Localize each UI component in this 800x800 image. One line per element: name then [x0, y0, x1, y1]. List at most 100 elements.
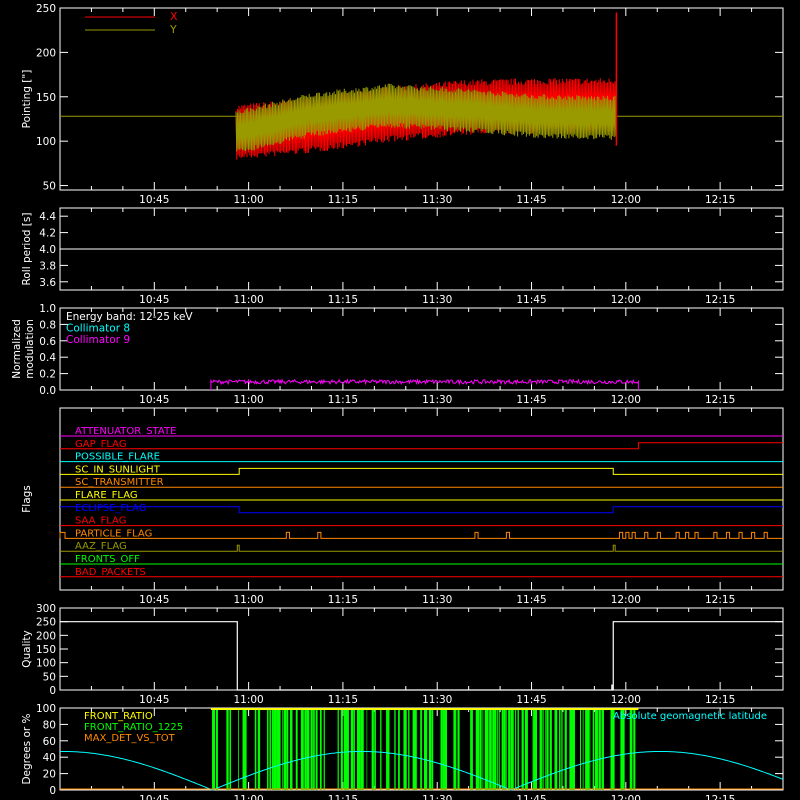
green-bar	[340, 708, 343, 790]
degrees-ylabel: Degrees or %	[21, 713, 33, 784]
panel-4-xtick-label: 11:30	[422, 694, 452, 706]
panel-2-ytick-label: 0.8	[39, 319, 56, 331]
panel-0-xtick-label: 11:15	[328, 194, 358, 206]
quality-ylabel: Quality	[21, 630, 33, 668]
green-bar	[475, 708, 478, 790]
panel-5-xtick-label: 11:45	[516, 794, 546, 800]
green-bar	[283, 708, 285, 790]
green-bar	[421, 708, 423, 790]
green-bar	[271, 708, 274, 790]
green-bar	[443, 708, 445, 790]
panel-2-ytick-label: 1.0	[39, 303, 56, 315]
green-bar	[276, 708, 279, 790]
modulation-legend-0: Energy band: 12-25 keV	[66, 311, 193, 323]
pointing-ylabel: Pointing ["]	[21, 70, 33, 129]
green-bar	[559, 708, 560, 790]
pointing-legend-label-Y: Y	[169, 23, 177, 36]
panel-3-xtick-label: 10:45	[139, 594, 169, 606]
green-bar	[440, 708, 443, 790]
panel-2-xtick-label: 12:00	[611, 394, 641, 406]
panel-4-ytick-label: 100	[36, 658, 56, 670]
green-bar	[398, 708, 400, 790]
green-bar	[457, 708, 460, 790]
green-bar	[598, 708, 601, 790]
panel-2-xtick-label: 11:00	[233, 394, 263, 406]
green-bar	[282, 708, 284, 790]
green-bar	[498, 708, 500, 790]
green-bar	[386, 708, 388, 790]
green-bar	[278, 708, 281, 790]
green-bar	[358, 708, 361, 790]
green-bar	[545, 708, 546, 790]
green-bar	[492, 708, 495, 790]
panel-1-ytick-label: 4.2	[39, 228, 56, 240]
panel-4-xtick-label: 10:45	[139, 694, 169, 706]
green-bar	[428, 708, 431, 790]
panel-2-ytick-label: 0.6	[39, 336, 56, 348]
flag-label-7: SAA_FLAG	[75, 516, 126, 527]
flag-label-2: POSSIBLE_FLARE	[75, 452, 160, 463]
green-bar	[215, 708, 218, 790]
green-bar	[494, 708, 497, 790]
green-bar	[501, 708, 504, 790]
green-bar	[229, 708, 232, 790]
green-bar	[510, 708, 513, 790]
panel-0-ytick-label: 150	[36, 92, 56, 104]
green-bar	[525, 708, 528, 790]
panel-1-ytick-label: 4.0	[39, 244, 56, 256]
panel-1-xtick-label: 11:15	[328, 294, 358, 306]
panel-5-xtick-label: 11:30	[422, 794, 452, 800]
panel-0-ytick-label: 100	[36, 136, 56, 148]
green-bar	[374, 708, 376, 790]
panel-5-xtick-label: 11:15	[328, 794, 358, 800]
green-bar	[289, 708, 292, 790]
flag-label-3: SC_IN_SUNLIGHT	[75, 464, 161, 475]
flag-label-5: FLARE_FLAG	[75, 490, 138, 501]
green-bar	[547, 708, 549, 790]
panel-0-ytick-label: 250	[36, 3, 56, 15]
green-bar	[533, 708, 535, 790]
green-bar	[535, 708, 538, 790]
panel-0-xtick-label: 11:30	[422, 194, 452, 206]
green-bar	[212, 708, 215, 790]
panel-1-ytick-label: 3.8	[39, 260, 56, 272]
panel-0-xtick-label: 10:45	[139, 194, 169, 206]
green-bar	[582, 708, 584, 790]
green-bar	[344, 708, 346, 790]
panel-2-xtick-label: 12:15	[705, 394, 735, 406]
legend-geomagnetic-latitude: Absolute geomagnetic latitude	[613, 711, 767, 722]
modulation-series-collimator-9	[210, 378, 639, 391]
panel-2-xtick-label: 11:15	[328, 394, 358, 406]
green-bar	[573, 708, 575, 790]
panel-1-xtick-label: 10:45	[139, 294, 169, 306]
green-bar	[593, 708, 595, 790]
flag-line-eclipse_flag	[60, 506, 783, 514]
green-bar	[580, 708, 581, 790]
panel-4-ytick-label: 300	[36, 603, 56, 615]
legend-max-det-vs-tot: MAX_DET_VS_TOT	[84, 733, 176, 744]
green-bar	[323, 708, 325, 790]
green-bar	[425, 708, 428, 790]
green-bar	[497, 708, 499, 790]
green-bar	[505, 708, 507, 790]
flag-line-aaz_flag	[60, 544, 783, 552]
panel-5-ytick-label: 80	[43, 719, 56, 731]
panel-0-xtick-label: 12:15	[705, 194, 735, 206]
panel-2-ytick-label: 0.4	[39, 352, 56, 364]
green-bar	[408, 708, 410, 790]
green-bar	[561, 708, 563, 790]
pointing-legend-label-X: X	[170, 10, 178, 23]
legend-front-ratio: FRONT_RATIO	[84, 711, 153, 722]
green-bar	[315, 708, 318, 790]
green-bar	[532, 708, 534, 790]
panel-1-xtick-label: 11:45	[516, 294, 546, 306]
green-bar	[388, 708, 390, 790]
panel-0-xtick-label: 11:00	[233, 194, 263, 206]
roll-ylabel: Roll period [s]	[21, 213, 33, 286]
plots-svg: 10:45 11:00 11:15 11:30 11:45 12:00 12:1550100…	[11, 3, 784, 800]
flag-label-4: SC_TRANSMITTER	[75, 477, 164, 488]
flag-line-saa_flag_gap_flag	[60, 442, 783, 450]
green-bar	[549, 708, 552, 790]
green-bar	[503, 708, 505, 790]
flag-label-9: AAZ_FLAG	[75, 541, 127, 552]
